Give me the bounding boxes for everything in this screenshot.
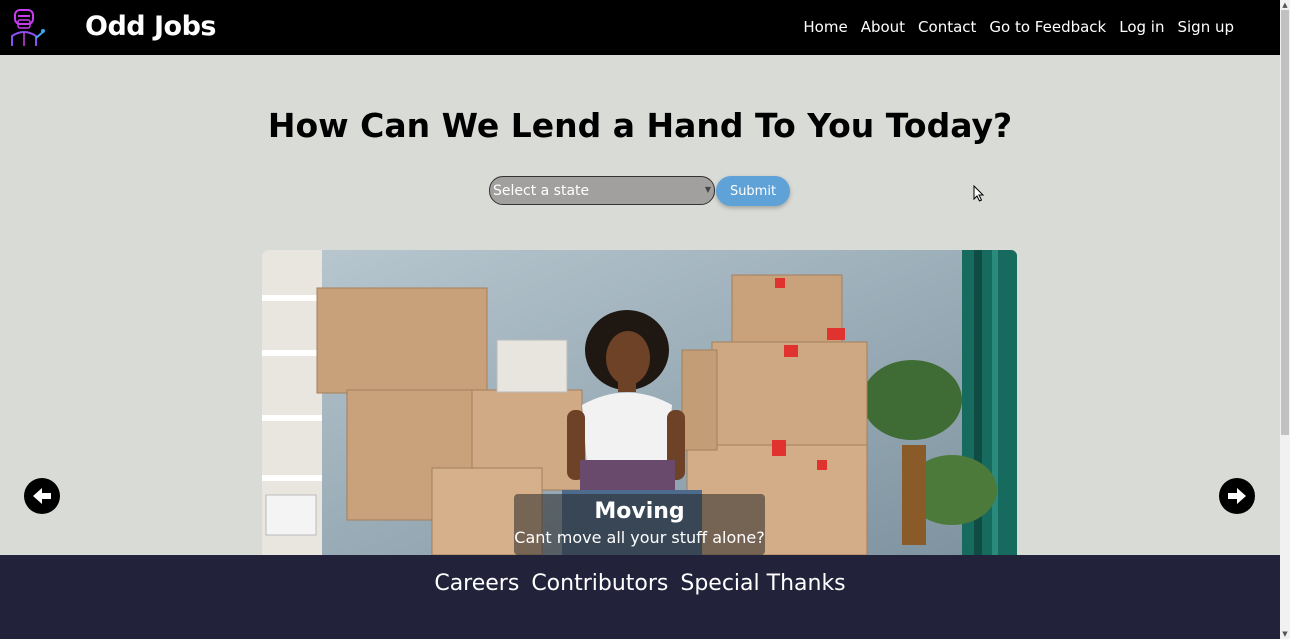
page-headline: How Can We Lend a Hand To You Today? bbox=[267, 106, 1013, 145]
footer-links: Careers Contributors Special Thanks bbox=[0, 571, 1280, 596]
nav-links: Home About Contact Go to Feedback Log in… bbox=[803, 18, 1234, 36]
navbar: Odd Jobs Home About Contact Go to Feedba… bbox=[0, 0, 1280, 55]
caption-subtitle: Cant move all your stuff alone? bbox=[514, 528, 765, 547]
nav-link-signup[interactable]: Sign up bbox=[1177, 18, 1234, 36]
footer-link-contributors[interactable]: Contributors bbox=[531, 571, 668, 596]
chevron-down-icon: ▼ bbox=[704, 185, 711, 194]
caption-title: Moving bbox=[594, 499, 685, 524]
nav-link-home[interactable]: Home bbox=[803, 18, 847, 36]
nav-link-feedback[interactable]: Go to Feedback bbox=[989, 18, 1106, 36]
nav-link-contact[interactable]: Contact bbox=[918, 18, 976, 36]
carousel-slide: Moving Cant move all your stuff alone? bbox=[262, 250, 1017, 555]
scroll-down-icon[interactable]: ▼ bbox=[1280, 629, 1290, 639]
scroll-up-icon[interactable]: ▲ bbox=[1280, 0, 1290, 10]
footer-link-careers[interactable]: Careers bbox=[434, 571, 519, 596]
brand-title[interactable]: Odd Jobs bbox=[85, 11, 217, 42]
footer: Careers Contributors Special Thanks bbox=[0, 555, 1280, 639]
arrow-left-icon bbox=[33, 488, 51, 504]
nav-link-login[interactable]: Log in bbox=[1119, 18, 1164, 36]
state-select-value: Select a state bbox=[493, 182, 590, 199]
state-select[interactable]: Select a state ▼ bbox=[489, 176, 715, 205]
worker-logo-icon[interactable] bbox=[8, 8, 46, 48]
carousel-caption: Moving Cant move all your stuff alone? bbox=[514, 494, 765, 555]
mouse-cursor-icon bbox=[973, 184, 985, 206]
carousel-next-button[interactable] bbox=[1219, 478, 1255, 514]
page-scrollbar[interactable]: ▲ ▼ bbox=[1280, 0, 1290, 639]
submit-button[interactable]: Submit bbox=[716, 176, 790, 206]
carousel-prev-button[interactable] bbox=[24, 478, 60, 514]
nav-link-about[interactable]: About bbox=[861, 18, 905, 36]
scrollbar-thumb[interactable] bbox=[1281, 10, 1289, 435]
arrow-right-icon bbox=[1228, 488, 1246, 504]
footer-link-special-thanks[interactable]: Special Thanks bbox=[680, 571, 845, 596]
